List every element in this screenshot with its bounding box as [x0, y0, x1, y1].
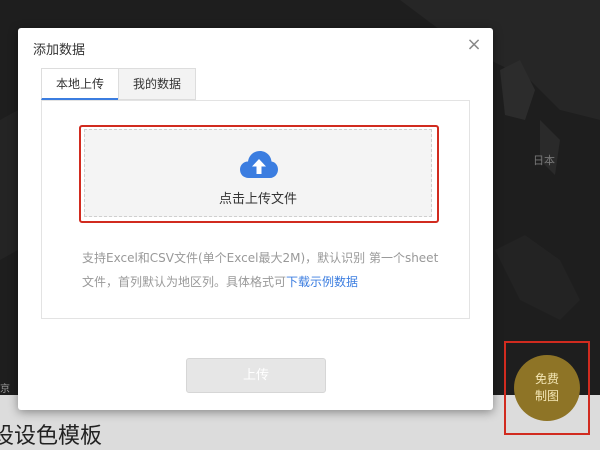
upload-label: 点击上传文件	[218, 192, 297, 207]
upload-button[interactable]: 上传	[186, 358, 326, 393]
add-data-modal: 添加数据 × 本地上传 我的数据 点击上传文件 支持Excel和CSV文件(单个…	[18, 28, 493, 410]
tab-my-data[interactable]: 我的数据	[118, 68, 197, 100]
map-label-japan: 日本	[533, 154, 555, 167]
tab-local-upload[interactable]: 本地上传	[41, 68, 120, 100]
close-icon[interactable]: ×	[465, 36, 483, 54]
description-text: 支持Excel和CSV文件(单个Excel最大2M)，默认识别 第一个sheet…	[82, 251, 439, 289]
upload-panel: 点击上传文件 支持Excel和CSV文件(单个Excel最大2M)，默认识别 第…	[41, 100, 470, 319]
cloud-upload-icon	[240, 151, 278, 178]
side-label: 京	[0, 384, 10, 395]
free-map-button[interactable]: 免费 制图	[514, 355, 580, 421]
modal-title: 添加数据	[33, 43, 86, 58]
download-sample-link[interactable]: 下载示例数据	[286, 275, 358, 289]
tab-bar: 本地上传 我的数据	[41, 68, 197, 100]
template-section-title: 设设色模板	[0, 424, 103, 449]
free-badge-line1: 免费	[534, 372, 559, 386]
free-badge-line2: 制图	[534, 389, 559, 403]
upload-description: 支持Excel和CSV文件(单个Excel最大2M)，默认识别 第一个sheet…	[82, 246, 442, 294]
upload-dropzone[interactable]: 点击上传文件	[84, 129, 432, 217]
